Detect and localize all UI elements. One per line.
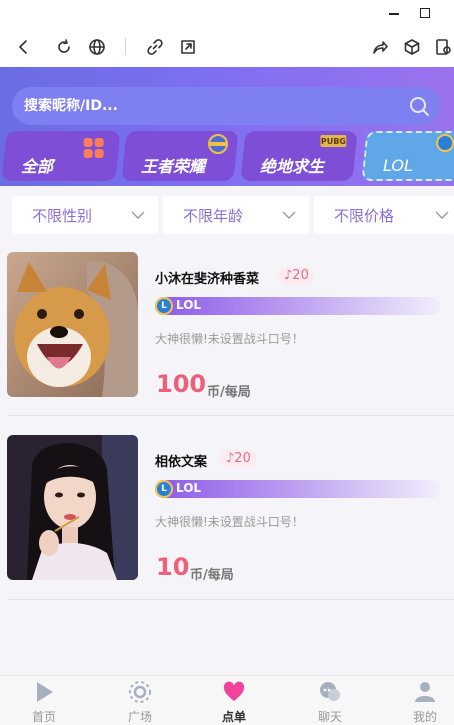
- filter-label: 不限性别: [32, 206, 93, 225]
- globe-icon[interactable]: [84, 34, 110, 60]
- toolbar-separator: [125, 38, 126, 55]
- maximize-icon[interactable]: [414, 2, 436, 24]
- svg-text:PUBG: PUBG: [321, 137, 346, 146]
- nav-label: 我的: [412, 710, 437, 724]
- divider: [7, 599, 454, 600]
- tab-all[interactable]: 全部: [1, 131, 121, 181]
- tab-lol[interactable]: LOL: [361, 131, 454, 181]
- share-icon[interactable]: [367, 34, 393, 60]
- minimize-icon[interactable]: [383, 2, 405, 24]
- screenshot-icon[interactable]: [432, 34, 454, 60]
- game-name: LOL: [176, 298, 202, 312]
- chevron-down-icon: [130, 207, 146, 223]
- nav-chat[interactable]: 聊天: [300, 680, 360, 724]
- external-open-icon[interactable]: [175, 34, 201, 60]
- pubg-logo-icon: PUBG: [320, 133, 347, 153]
- game-tag: L LOL: [155, 480, 440, 498]
- browser-toolbar: [0, 26, 454, 67]
- tab-label: 全部: [21, 157, 54, 176]
- price-unit: 币/每局: [190, 568, 234, 583]
- player-signature: 大神很懒!未设置战斗口号！: [155, 515, 304, 529]
- header: 全部 王者荣耀 PUBG 绝地求生 LOL: [0, 67, 454, 186]
- cube-icon[interactable]: [399, 34, 425, 60]
- nav-label: 点单: [221, 710, 246, 724]
- nav-label: 广场: [127, 710, 152, 724]
- grid-icon: [83, 137, 105, 163]
- bottom-nav: 首页 广场 点单 聊天 我的: [0, 675, 454, 725]
- lol-logo-icon: L: [155, 297, 173, 315]
- age-filter[interactable]: 不限年龄: [163, 196, 309, 234]
- tab-label: 绝地求生: [260, 157, 325, 176]
- player-signature: 大神很懒!未设置战斗口号！: [155, 332, 304, 346]
- kings-glory-logo-icon: [207, 133, 229, 159]
- chevron-down-icon: [281, 207, 297, 223]
- search-input[interactable]: [24, 98, 384, 114]
- search-bar[interactable]: [12, 87, 440, 125]
- window-title-bar: [0, 0, 454, 26]
- back-icon[interactable]: [11, 34, 37, 60]
- game-tag: L LOL: [155, 297, 440, 315]
- tab-kings-glory[interactable]: 王者荣耀: [121, 131, 239, 181]
- level-badge: ♪20: [278, 267, 315, 285]
- gender-filter[interactable]: 不限性别: [12, 196, 158, 234]
- user-icon: [415, 682, 435, 702]
- player-name: 相依文案: [155, 455, 208, 470]
- list-item[interactable]: 小沐在斐济种香菜 ♪20 L LOL 大神很懒!未设置战斗口号！ 100 币/每…: [0, 252, 454, 434]
- game-name: LOL: [176, 481, 202, 495]
- nav-order[interactable]: 点单: [204, 680, 264, 724]
- tab-pubg[interactable]: PUBG 绝地求生: [240, 131, 358, 181]
- nav-label: 聊天: [317, 710, 342, 724]
- price-value: 100: [156, 370, 207, 398]
- lol-logo-icon: L: [155, 480, 173, 498]
- price-unit: 币/每局: [207, 385, 251, 400]
- nav-home[interactable]: 首页: [14, 680, 74, 724]
- lol-logo-icon: [435, 133, 454, 157]
- link-icon[interactable]: [142, 34, 168, 60]
- level-badge: ♪20: [220, 450, 257, 468]
- refresh-icon[interactable]: [51, 34, 77, 60]
- plaza-icon: [129, 681, 151, 703]
- price-value: 10: [156, 553, 190, 581]
- chevron-down-icon: [434, 207, 450, 223]
- heart-icon: [223, 681, 245, 701]
- play-icon: [37, 682, 53, 702]
- filter-bar: 不限性别 不限年龄 不限价格: [0, 186, 454, 248]
- filter-label: 不限年龄: [183, 206, 244, 225]
- shiba-dog-photo: [7, 252, 138, 397]
- nav-label: 首页: [31, 710, 56, 724]
- search-icon[interactable]: [408, 95, 430, 117]
- girl-portrait-photo: [7, 435, 138, 580]
- game-tabs: 全部 王者荣耀 PUBG 绝地求生 LOL: [0, 131, 454, 183]
- nav-plaza[interactable]: 广场: [110, 680, 170, 724]
- nav-mine[interactable]: 我的: [395, 680, 454, 724]
- tab-label: LOL: [383, 156, 413, 175]
- player-name: 小沐在斐济种香菜: [155, 272, 260, 287]
- price-filter[interactable]: 不限价格: [314, 196, 454, 234]
- chat-icon: [320, 682, 340, 701]
- filter-label: 不限价格: [334, 206, 395, 225]
- tab-label: 王者荣耀: [141, 157, 206, 176]
- divider: [7, 415, 454, 416]
- list-item[interactable]: 相依文案 ♪20 L LOL 大神很懒!未设置战斗口号！ 10 币/每局: [0, 435, 454, 617]
